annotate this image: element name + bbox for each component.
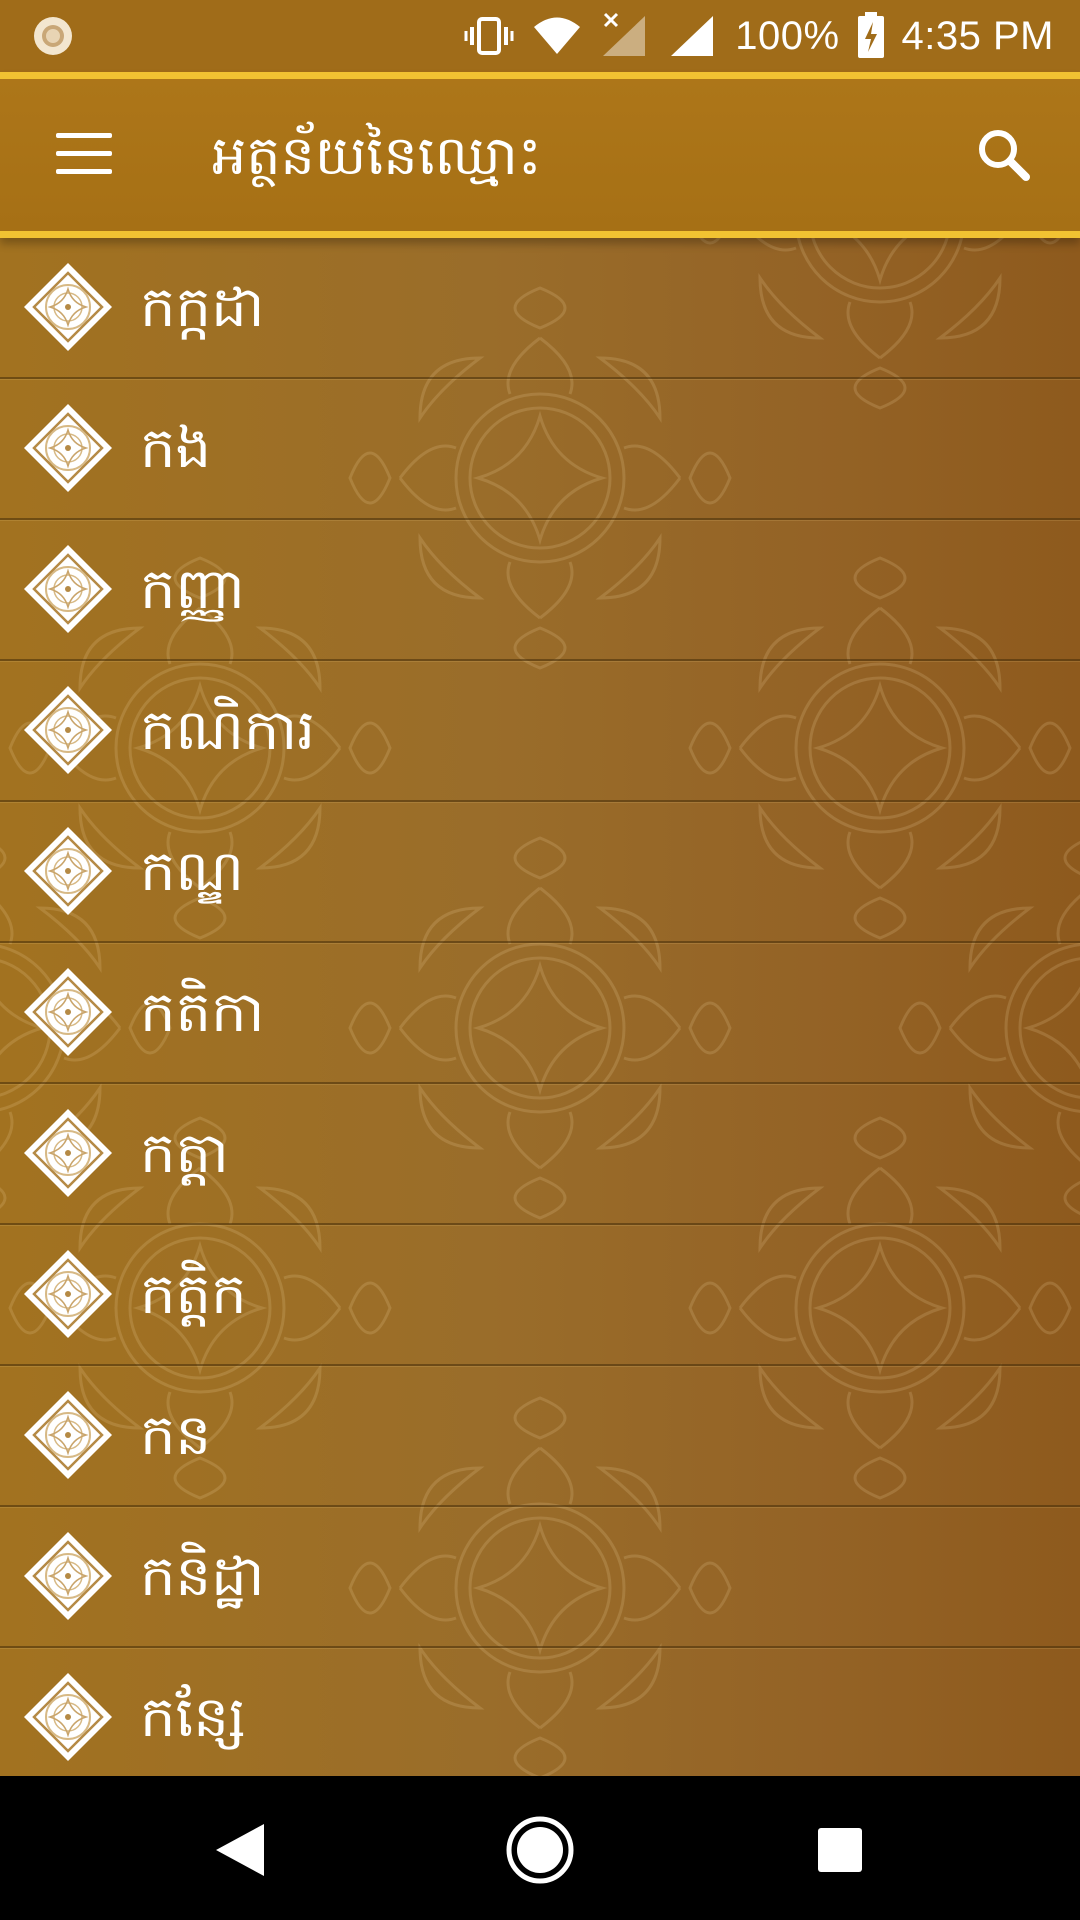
- signal-icon: [671, 16, 714, 56]
- list-item-label: កណ្ឌ: [140, 839, 244, 904]
- list-item[interactable]: កតិកា: [0, 943, 1080, 1084]
- list-item[interactable]: កក្កដា: [0, 238, 1080, 379]
- diamond-ornament-icon: [24, 1532, 112, 1620]
- list-item[interactable]: កនិដ្ឋា: [0, 1507, 1080, 1648]
- list-item[interactable]: កត្តិក: [0, 1225, 1080, 1366]
- list-item[interactable]: កញ្ញា: [0, 520, 1080, 661]
- name-list: កក្កដា កង កញ្ញា កណិការ កណ្ឌ កតិកា កត្តា …: [0, 238, 1080, 1776]
- diamond-ornament-icon: [24, 686, 112, 774]
- diamond-ornament-icon: [24, 1391, 112, 1479]
- vibrate-icon: [464, 17, 514, 55]
- diamond-ornament-icon: [24, 263, 112, 351]
- navigation-bar: [0, 1776, 1080, 1920]
- back-icon[interactable]: [202, 1812, 278, 1888]
- list-item[interactable]: កន្សែ: [0, 1648, 1080, 1776]
- list-item[interactable]: កណ្ឌ: [0, 802, 1080, 943]
- diamond-ornament-icon: [24, 545, 112, 633]
- list-item-label: កន្សែ: [140, 1685, 246, 1750]
- hamburger-menu-icon[interactable]: [48, 123, 120, 187]
- notification-icon: [34, 17, 72, 55]
- list-item-label: កន: [140, 1403, 212, 1468]
- recents-icon[interactable]: [802, 1812, 878, 1888]
- list-item-label: កណិការ: [140, 698, 315, 763]
- list-item[interactable]: កន: [0, 1366, 1080, 1507]
- diamond-ornament-icon: [24, 1673, 112, 1761]
- list-item[interactable]: កណិការ: [0, 661, 1080, 802]
- home-icon[interactable]: [502, 1812, 578, 1888]
- diamond-ornament-icon: [24, 968, 112, 1056]
- diamond-ornament-icon: [24, 1109, 112, 1197]
- wifi-icon: [534, 17, 581, 54]
- list-item-label: កតិកា: [140, 980, 265, 1045]
- list-item-label: កត្តា: [140, 1121, 229, 1186]
- app-bar: អត្ថន័យនៃឈ្មោះ: [0, 72, 1080, 238]
- diamond-ornament-icon: [24, 404, 112, 492]
- list-item-label: កង: [140, 416, 212, 481]
- list-item-label: កនិដ្ឋា: [140, 1544, 265, 1609]
- list-item-label: កក្កដា: [140, 275, 265, 340]
- diamond-ornament-icon: [24, 827, 112, 915]
- status-icons: 100% 4:35 PM: [463, 0, 1054, 72]
- diamond-ornament-icon: [24, 1250, 112, 1338]
- status-bar: 100% 4:35 PM: [0, 0, 1080, 72]
- list-item[interactable]: កត្តា: [0, 1084, 1080, 1225]
- battery-percent: 100%: [735, 13, 840, 58]
- list-item-label: កញ្ញា: [140, 557, 246, 622]
- page-title: អត្ថន័យនៃឈ្មោះ: [212, 124, 542, 187]
- list-item-label: កត្តិក: [140, 1262, 247, 1327]
- status-time: 4:35 PM: [901, 13, 1054, 58]
- signal-no-data-icon: [603, 12, 646, 56]
- list-item[interactable]: កង: [0, 379, 1080, 520]
- battery-charging-icon: [857, 12, 884, 58]
- search-icon[interactable]: [968, 119, 1040, 191]
